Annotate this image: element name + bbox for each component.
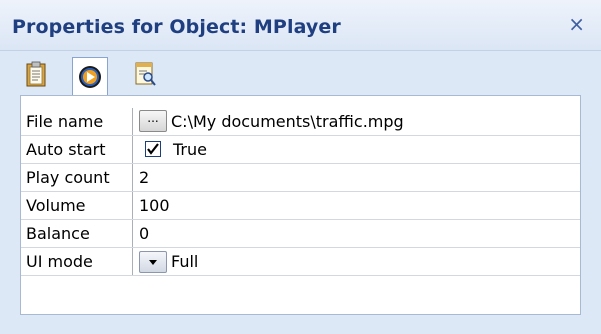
close-icon[interactable]: ×	[568, 14, 585, 34]
property-label: File name	[21, 108, 133, 135]
ui-mode-value[interactable]: Full	[171, 248, 198, 275]
property-label: Auto start	[21, 136, 133, 163]
property-row-balance: Balance 0	[21, 220, 580, 248]
browse-button[interactable]: ...	[139, 110, 167, 132]
media-player-icon	[79, 65, 101, 88]
file-name-value[interactable]: C:\My documents\traffic.mpg	[171, 108, 404, 135]
property-row-play-count: Play count 2	[21, 164, 580, 192]
tab-media-player[interactable]	[72, 57, 108, 95]
panel-title: Properties for Object: MPlayer	[12, 16, 341, 38]
clipboard-icon	[26, 61, 46, 87]
property-value-cell: 100	[133, 192, 580, 219]
tab-clipboard[interactable]	[18, 57, 54, 91]
property-row-file-name: File name ... C:\My documents\traffic.mp…	[21, 108, 580, 136]
property-label: UI mode	[21, 248, 133, 275]
property-value-cell: 0	[133, 220, 580, 247]
property-row-auto-start: Auto start True	[21, 136, 580, 164]
property-value-cell: ... C:\My documents\traffic.mpg	[133, 108, 580, 135]
checkmark-icon	[147, 143, 159, 155]
auto-start-checkbox[interactable]	[145, 141, 161, 157]
ui-mode-dropdown-button[interactable]	[139, 251, 167, 273]
tab-document-search[interactable]	[128, 57, 164, 91]
auto-start-value: True	[173, 140, 207, 159]
volume-value[interactable]: 100	[139, 192, 170, 219]
property-grid: File name ... C:\My documents\traffic.mp…	[20, 95, 581, 315]
properties-panel: Properties for Object: MPlayer × File na…	[0, 0, 601, 334]
property-label: Play count	[21, 164, 133, 191]
balance-value[interactable]: 0	[139, 220, 149, 247]
document-search-icon	[135, 62, 156, 86]
title-bar: Properties for Object: MPlayer ×	[0, 0, 601, 51]
property-row-ui-mode: UI mode Full	[21, 248, 580, 276]
property-value-cell: True	[133, 136, 580, 163]
toolbar	[0, 51, 601, 95]
play-count-value[interactable]: 2	[139, 164, 149, 191]
chevron-down-icon	[149, 260, 157, 265]
property-label: Balance	[21, 220, 133, 247]
property-row-volume: Volume 100	[21, 192, 580, 220]
property-value-cell: 2	[133, 164, 580, 191]
property-value-cell: Full	[133, 248, 580, 275]
property-label: Volume	[21, 192, 133, 219]
